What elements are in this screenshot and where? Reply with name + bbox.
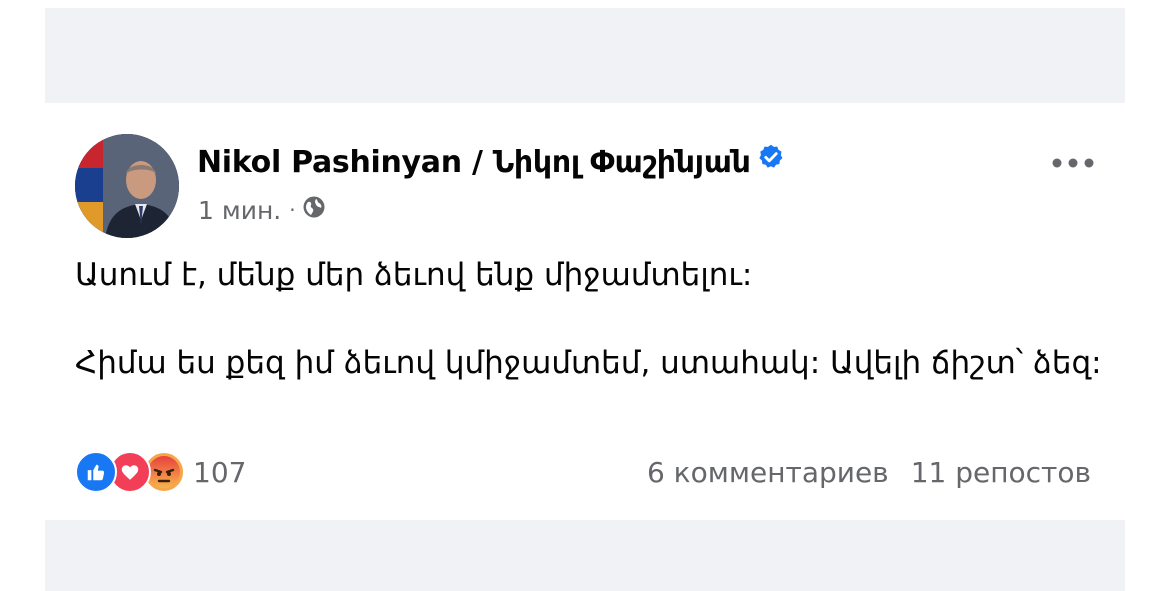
post-paragraph-1: Ասում է, մենք մեր ձեւով ենք միջամտելու: xyxy=(75,257,753,293)
verified-badge-icon xyxy=(757,143,785,179)
post-timestamp[interactable]: 1 мин. xyxy=(198,196,281,225)
post-paragraph-2: Հիմա ես քեզ իմ ձեւով կմիջամտեմ, ստահակ: … xyxy=(75,345,1102,381)
reactions-summary[interactable]: 107 xyxy=(75,451,246,493)
globe-icon[interactable] xyxy=(302,195,326,225)
post-text: Ասում է, մենք մեր ձեւով ենք միջամտելու: … xyxy=(75,253,1105,385)
feed-background-top xyxy=(45,8,1125,103)
feed-background-bottom xyxy=(45,520,1125,591)
post-meta: 1 мин. · xyxy=(198,195,326,225)
more-dots-icon[interactable] xyxy=(1051,155,1095,169)
reaction-count: 107 xyxy=(193,455,247,489)
author-name[interactable]: Nikol Pashinyan / Նիկոլ Փաշինյան xyxy=(197,143,785,180)
post-card: Nikol Pashinyan / Նիկոլ Փաշինյան 1 мин. … xyxy=(45,103,1125,520)
comments-count-link[interactable]: 6 комментариев xyxy=(647,456,889,489)
meta-separator: · xyxy=(289,198,296,222)
like-icon xyxy=(75,451,117,493)
shares-count-link[interactable]: 11 репостов xyxy=(911,456,1091,489)
engagement-counts: 6 комментариев 11 репостов xyxy=(647,456,1091,489)
author-name-text: Nikol Pashinyan / Նիկոլ Փաշինյան xyxy=(197,145,751,180)
avatar[interactable] xyxy=(75,134,179,238)
